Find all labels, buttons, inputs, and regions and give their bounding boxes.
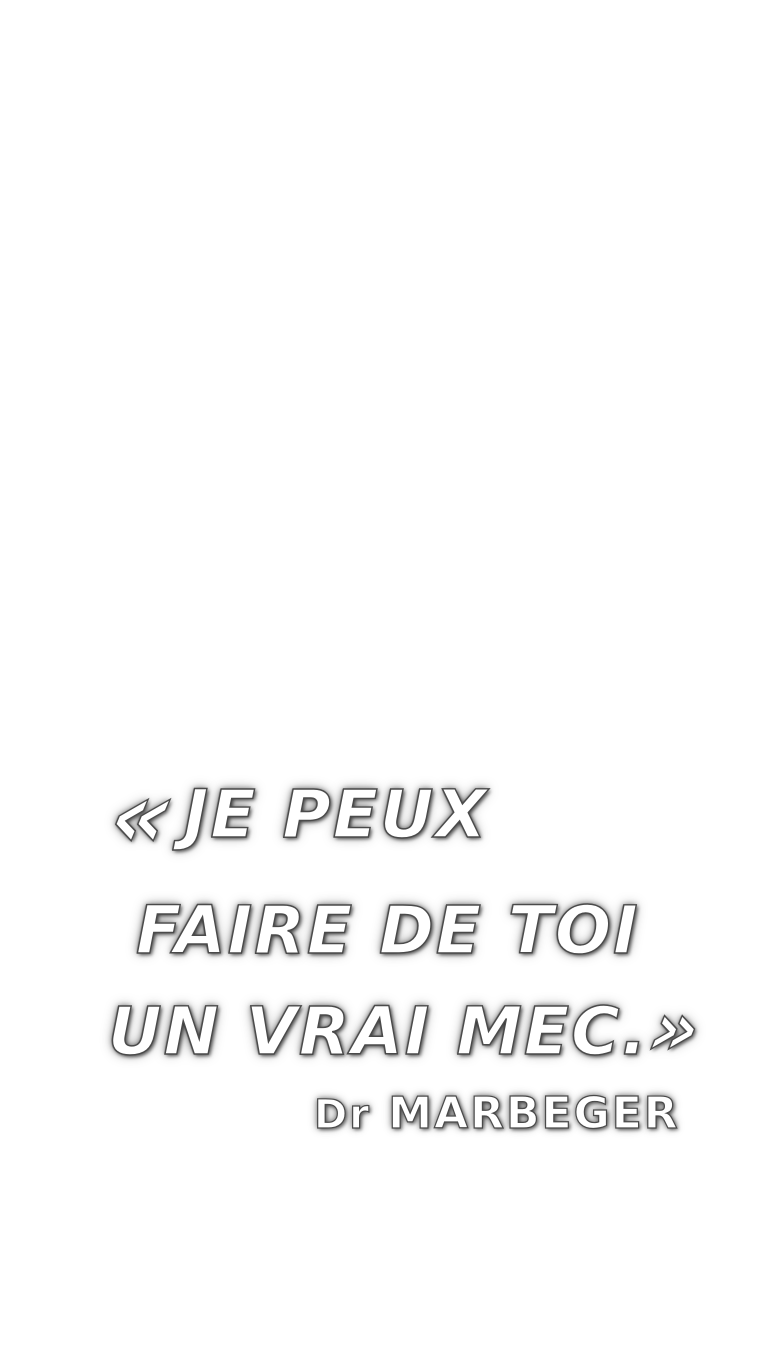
quote-attribution: Dr MARBEGER <box>313 1091 680 1138</box>
open-quote-mark: « <box>100 761 186 869</box>
attribution-name: MARBEGER <box>388 1088 680 1139</box>
quote-line-3: UN VRAI MEC.» <box>107 985 710 1072</box>
quote-text-line-1: JE PEUX <box>183 776 489 853</box>
quote-text-line-2: FAIRE DE TOI <box>135 892 640 969</box>
quote-line-1: «JE PEUX <box>100 761 489 869</box>
close-quote-mark: » <box>641 985 711 1072</box>
attribution-title: Dr <box>313 1092 371 1138</box>
quote-text-line-3: UN VRAI MEC. <box>107 993 649 1070</box>
quote-block: «JE PEUX FAIRE DE TOI UN VRAI MEC.» Dr M… <box>0 761 768 1170</box>
